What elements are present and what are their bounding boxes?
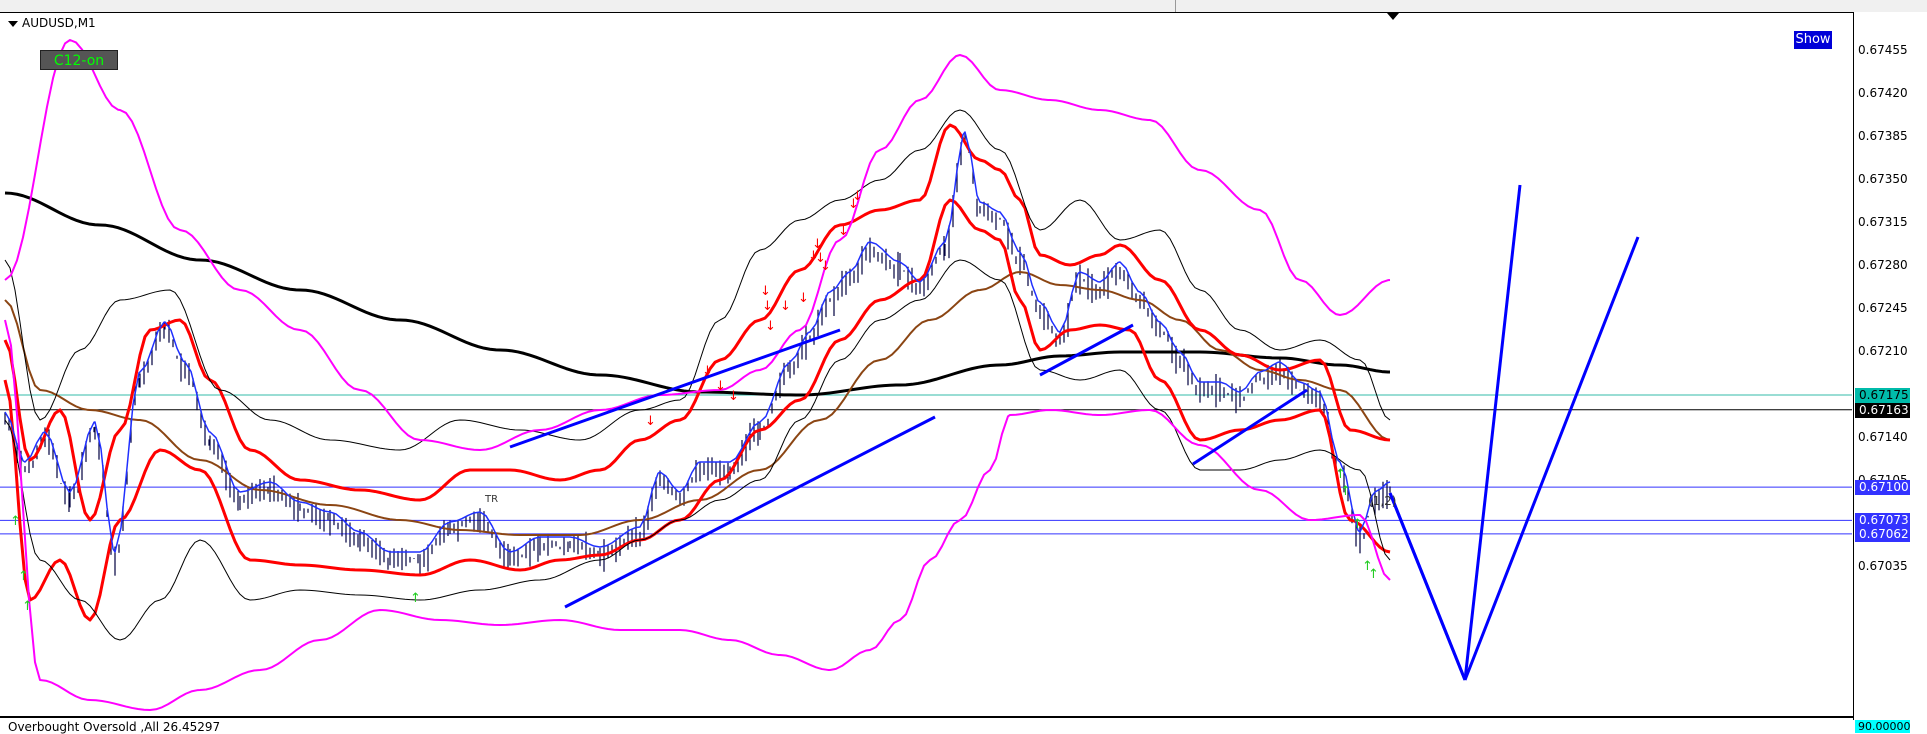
chart-menu-arrow-icon[interactable] [8, 21, 18, 27]
buy-signal-arrow-icon: ↑ [10, 514, 21, 529]
show-button[interactable]: Show [1794, 31, 1832, 49]
chart-shift-marker-icon[interactable] [1387, 13, 1399, 20]
chart-window[interactable]: ↓ ↓ ↓ ↓ ↓ ↓ ↓ ↓ ↓ ↓ ↓ ↓ ↓ ↓ ↓ ↓ ↑ ↑ ↑ ↑ ↑ ↑ ↑ ↑ ↑ (1,2) TR AUDUSD,… [0, 0, 1927, 734]
upper-magenta-band-line [4, 39, 1391, 451]
tr-annotation: TR [484, 494, 498, 505]
price-axis-tick-label: 0.67210 [1858, 344, 1908, 358]
subwindow-value-badge: 90.00000 [1855, 720, 1911, 733]
trendline [509, 328, 841, 449]
sell-signal-arrow-icon: ↓ [715, 379, 726, 394]
price-axis-tick-label: 0.67280 [1858, 258, 1908, 272]
buy-signal-arrow-icon: ↑ [1368, 567, 1379, 582]
sell-signal-arrow-icon: ↓ [702, 364, 713, 379]
buy-signal-arrow-icon: ↑ [410, 591, 421, 606]
pivot-annotation: (1,2) [1368, 494, 1396, 508]
price-scale-border [1853, 12, 1854, 720]
price-axis-tick-label: 0.67350 [1858, 172, 1908, 186]
sell-signal-arrow-icon: ↓ [780, 299, 791, 314]
buy-signal-arrow-icon: ↑ [22, 599, 33, 614]
sell-signal-arrow-icon: ↓ [645, 414, 656, 429]
slow-moving-average-line [4, 191, 1391, 397]
sell-signal-arrow-icon: ↓ [798, 291, 809, 306]
lower-bollinger-line [4, 259, 1391, 641]
subwindow-indicator-label: Overbought Oversold ,All 26.45297 [8, 720, 221, 734]
sell-signal-arrow-icon: ↓ [812, 237, 823, 252]
sell-signal-arrow-icon: ↓ [820, 259, 831, 274]
sell-signal-arrow-icon: ↓ [760, 284, 771, 299]
price-axis-tick-label: 0.67035 [1858, 559, 1908, 573]
sell-signal-arrow-icon: ↓ [728, 389, 739, 404]
fast-moving-average-line [4, 131, 1391, 553]
price-axis-tick-label: 0.67455 [1858, 43, 1908, 57]
price-axis-tick-label: 0.67140 [1858, 430, 1908, 444]
price-axis-tick-label: 0.67245 [1858, 301, 1908, 315]
price-level-badge: 0.67163 [1855, 402, 1910, 418]
c12-toggle-button[interactable]: C12-on [40, 50, 118, 70]
price-chart-canvas[interactable]: ↓↓↓↓↓↓↓↓↓↓↓↓↓↓↓↓↑↑↑↑↑↑↑↑↑(1,2)TR [0, 0, 1927, 733]
sell-signal-arrow-icon: ↓ [762, 299, 773, 314]
zigzag-projection-line [1388, 492, 1467, 681]
buy-signal-arrow-icon: ↑ [1335, 467, 1346, 482]
price-level-badge: 0.67175 [1855, 388, 1910, 403]
buy-signal-arrow-icon: ↑ [18, 569, 29, 584]
trendline [1039, 323, 1134, 377]
price-level-badge: 0.67062 [1855, 526, 1910, 542]
subwindow-separator[interactable] [0, 716, 1853, 718]
sell-signal-arrow-icon: ↓ [852, 189, 863, 204]
price-axis-tick-label: 0.67315 [1858, 215, 1908, 229]
buy-signal-arrow-icon: ↑ [1352, 517, 1363, 532]
sell-signal-arrow-icon: ↓ [765, 319, 776, 334]
price-axis-tick-label: 0.67420 [1858, 86, 1908, 100]
price-axis-tick-label: 0.67385 [1858, 129, 1908, 143]
upper-red-envelope-line [3, 123, 1391, 522]
trendline [1192, 388, 1308, 466]
symbol-title: AUDUSD,M1 [22, 16, 96, 30]
buy-signal-arrow-icon: ↑ [1340, 484, 1351, 499]
sell-signal-arrow-icon: ↓ [838, 224, 849, 239]
price-level-badge: 0.67100 [1855, 480, 1910, 496]
lower-magenta-band-line [4, 319, 1391, 711]
